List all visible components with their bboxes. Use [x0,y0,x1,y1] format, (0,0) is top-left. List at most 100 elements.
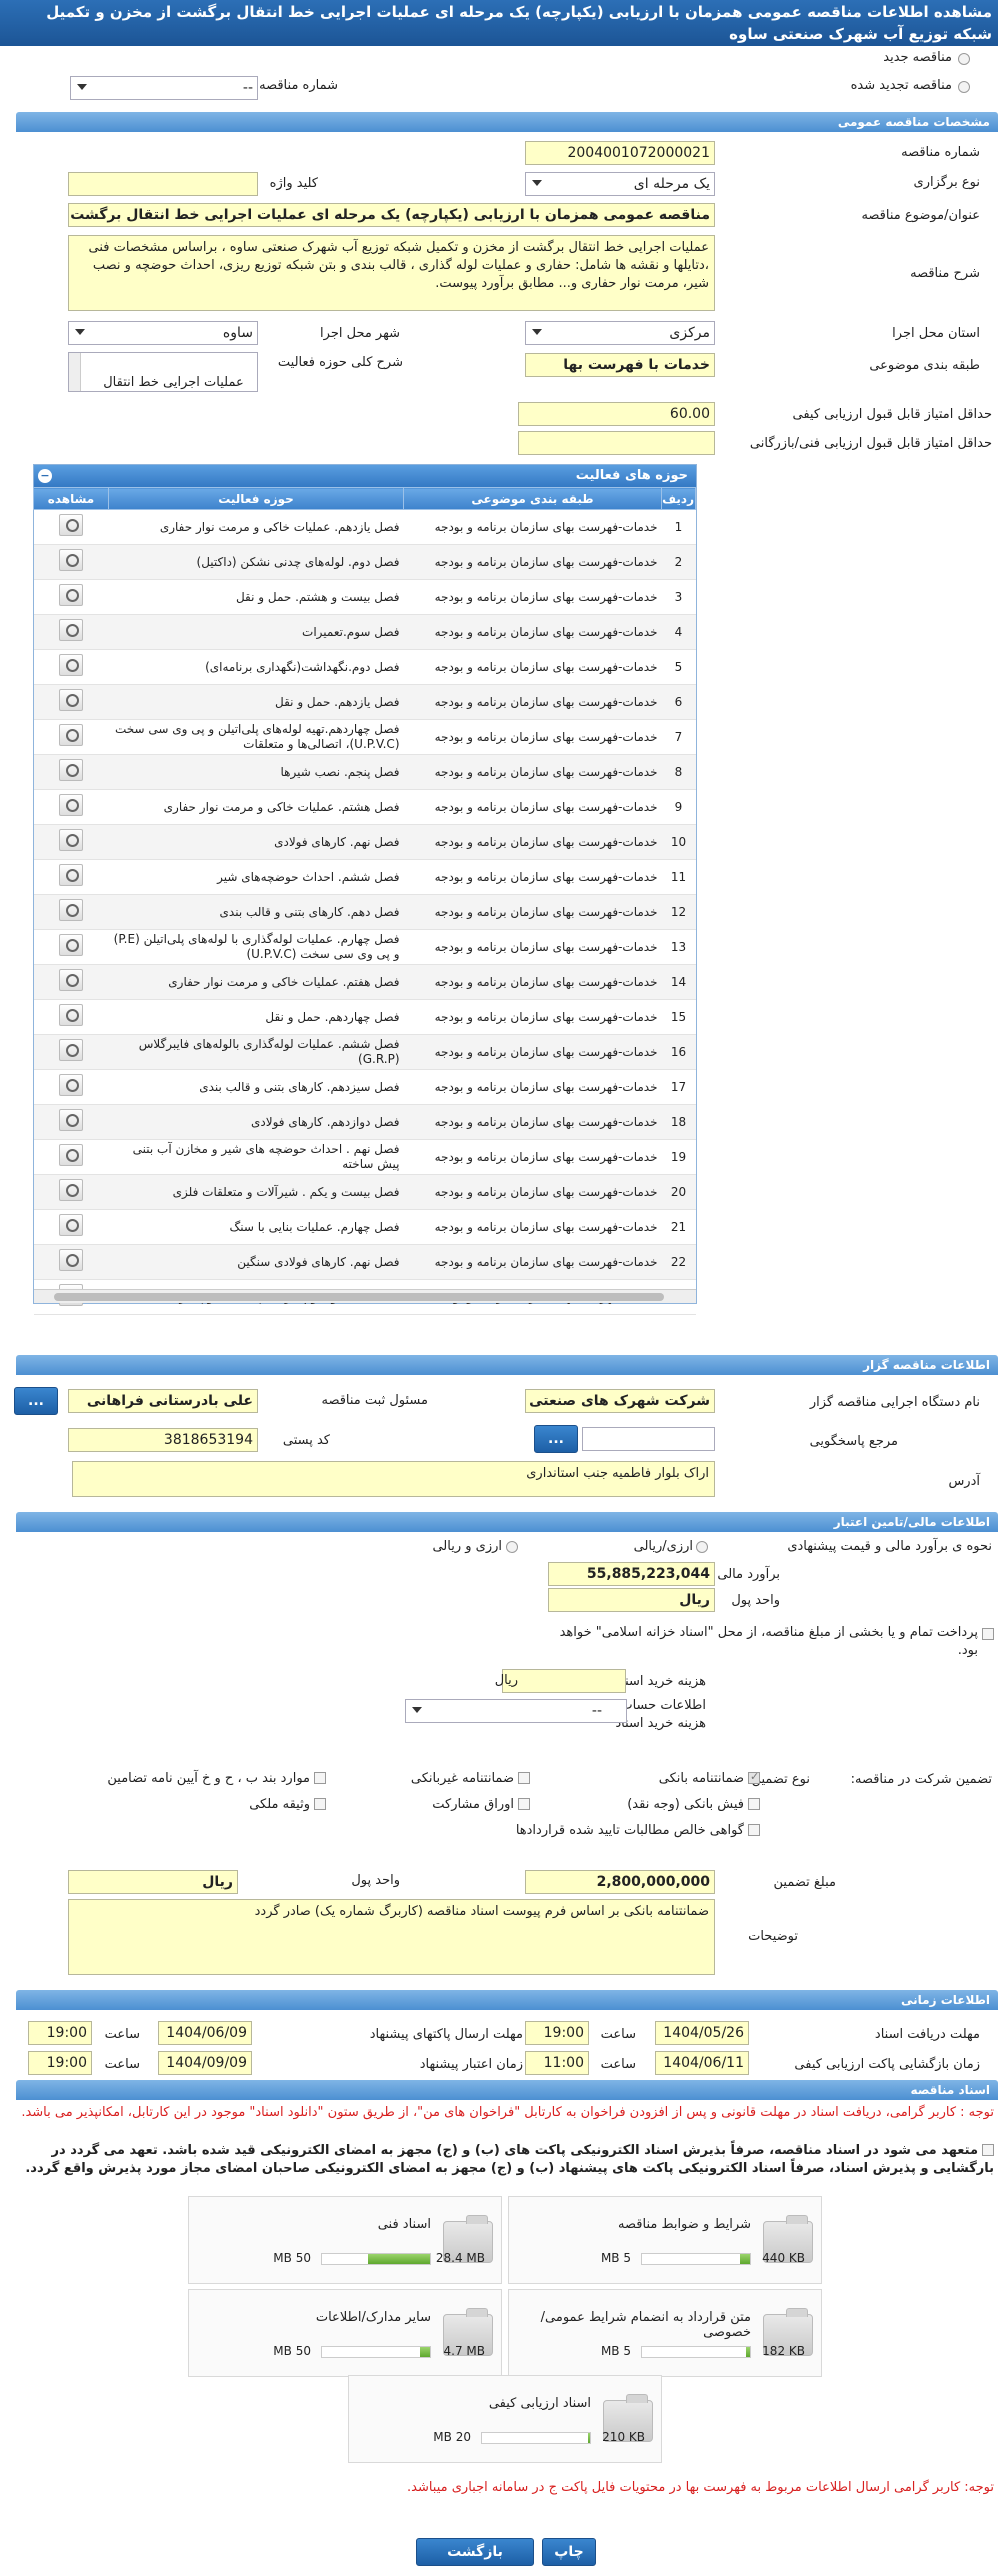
net-claims-label: گواهی خالص مطالبات تایید شده قراردادها [515,1823,744,1838]
chevron-down-icon [77,84,87,90]
row-view [33,1139,109,1175]
back-button[interactable]: بازگشت [416,2538,534,2566]
respondent-field [582,1427,715,1451]
registrar-more-button[interactable]: ... [14,1387,58,1415]
row-category: خدمات-فهرست بهای سازمان برنامه و بودجه [403,929,662,965]
province-select[interactable]: مرکزی [525,321,715,345]
table-row: 22 خدمات-فهرست بهای سازمان برنامه و بودجه… [33,1244,696,1280]
collapse-icon[interactable]: − [38,469,52,483]
horizontal-scrollbar[interactable] [34,1289,696,1303]
org-name-field: شرکت شهرک های صنعتی [525,1389,715,1413]
clauses-checkbox[interactable] [314,1772,326,1784]
magnifier-icon[interactable] [59,794,83,816]
currency-radio[interactable] [506,1541,518,1553]
magnifier-icon[interactable] [59,829,83,851]
document-card[interactable]: متن قرارداد به انضمام شرایط عمومی/خصوصی 1… [508,2289,822,2377]
holding-type-select[interactable]: یک مرحله ای [525,172,715,196]
document-card[interactable]: شرایط و ضوابط مناقصه 440 KB 5 MB [508,2196,822,2284]
row-category: خدمات-فهرست بهای سازمان برنامه و بودجه [403,999,662,1035]
row-number: 18 [661,1104,696,1140]
send-deadline-time-label: ساعت [104,2027,140,2042]
keyword-field [68,172,258,196]
bank-guarantee-checkbox[interactable] [748,1770,760,1784]
new-tender-label: مناقصه جدید [883,50,952,65]
magnifier-icon[interactable] [59,1214,83,1236]
commitment-checkbox[interactable] [982,2144,994,2156]
document-card[interactable]: سایر مدارک/اطلاعات 4.7 MB 50 MB [188,2289,502,2377]
document-size-bar [321,2253,431,2265]
row-activity: فصل ششم. عملیات لوله‌گذاری بالوله‌های فا… [108,1034,404,1070]
activities-title: حوزه های فعالیت [575,468,688,483]
row-number: 11 [661,859,696,895]
table-row: 8 خدمات-فهرست بهای سازمان برنامه و بودجه ف… [33,754,696,790]
nonbank-guarantee-checkbox[interactable] [518,1772,530,1784]
min-quality-label: حداقل امتیاز قابل قبول ارزیابی کیفی [792,407,992,422]
magnifier-icon[interactable] [59,1249,83,1271]
magnifier-icon[interactable] [59,899,83,921]
description-label: شرح مناقصه [910,266,980,281]
magnifier-icon[interactable] [59,689,83,711]
magnifier-icon[interactable] [59,934,83,956]
row-activity: فصل چهارم. عملیات بنایی با سنگ [108,1209,404,1245]
rial-radio[interactable] [696,1541,708,1553]
guarantee-amount-field: 2,800,000,000 [525,1870,715,1894]
scrollbar[interactable] [69,353,81,391]
estimate-label: برآورد مالی [717,1567,780,1582]
magnifier-icon[interactable] [59,1179,83,1201]
table-row: 10 خدمات-فهرست بهای سازمان برنامه و بودجه… [33,824,696,860]
document-max-size: 20 MB [433,2430,471,2444]
activities-header: حوزه های فعالیت − [34,465,696,487]
magnifier-icon[interactable] [59,654,83,676]
row-activity: فصل بیست و یکم . شیرآلات و متعلقات فلزی [108,1174,404,1210]
nonbank-guarantee-label: ضمانتنامه غیربانکی [410,1771,514,1786]
bank-check-checkbox[interactable] [748,1798,760,1810]
doc-fee-field [502,1669,626,1693]
document-max-size: 5 MB [600,2344,631,2358]
magnifier-icon[interactable] [59,759,83,781]
table-row: 15 خدمات-فهرست بهای سازمان برنامه و بودجه… [33,999,696,1035]
validity-time: 19:00 [28,2051,92,2075]
col-category: طبقه بندی موضوعی [403,487,662,510]
magnifier-icon[interactable] [59,1144,83,1166]
row-view [33,1209,109,1245]
document-card[interactable]: اسناد ارزیابی کیفی 210 KB 20 MB [348,2375,662,2463]
account-select[interactable]: -- [405,1699,627,1723]
table-row: 11 خدمات-فهرست بهای سازمان برنامه و بودجه… [33,859,696,895]
magnifier-icon[interactable] [59,1039,83,1061]
renewed-tender-radio[interactable] [958,81,970,93]
net-claims-checkbox[interactable] [748,1824,760,1836]
send-deadline-date: 1404/06/09 [158,2021,252,2045]
magnifier-icon[interactable] [59,724,83,746]
row-number: 17 [661,1069,696,1105]
address-field: اراک بلوار فاطمیه جنب استانداری [72,1461,715,1497]
city-select[interactable]: ساوه [68,321,258,345]
activity-desc-field[interactable]: عملیات اجرایی خط انتقال برگشت از مخزن و … [68,352,258,392]
magnifier-icon[interactable] [59,584,83,606]
magnifier-icon[interactable] [59,1109,83,1131]
bonds-checkbox[interactable] [518,1798,530,1810]
respondent-more-button[interactable]: ... [534,1425,578,1453]
registrar-field: علی بادرستانی فراهانی [68,1389,258,1413]
print-button[interactable]: چاپ [542,2538,596,2566]
money-unit-label: واحد پول [731,1593,780,1608]
magnifier-icon[interactable] [59,1004,83,1026]
magnifier-icon[interactable] [59,619,83,641]
participation-label: تضمین شرکت در مناقصه: [850,1772,992,1787]
documents-commitment: متعهد می شود در اسناد مناقصه، صرفاً بذیر… [25,2143,994,2176]
prev-tender-select[interactable]: -- [70,76,258,100]
row-view [33,789,109,825]
property-checkbox[interactable] [314,1798,326,1810]
magnifier-icon[interactable] [59,514,83,536]
row-category: خدمات-فهرست بهای سازمان برنامه و بودجه [403,719,662,755]
validity-time-label: ساعت [104,2057,140,2072]
chevron-down-icon [532,329,542,335]
magnifier-icon[interactable] [59,549,83,571]
new-tender-radio[interactable] [958,53,970,65]
document-card[interactable]: اسناد فنی 28.4 MB 50 MB [188,2196,502,2284]
row-view [33,719,109,755]
respondent-label: مرجع پاسخگویی [809,1434,898,1449]
magnifier-icon[interactable] [59,864,83,886]
magnifier-icon[interactable] [59,1074,83,1096]
magnifier-icon[interactable] [59,969,83,991]
row-category: خدمات-فهرست بهای سازمان برنامه و بودجه [403,754,662,790]
